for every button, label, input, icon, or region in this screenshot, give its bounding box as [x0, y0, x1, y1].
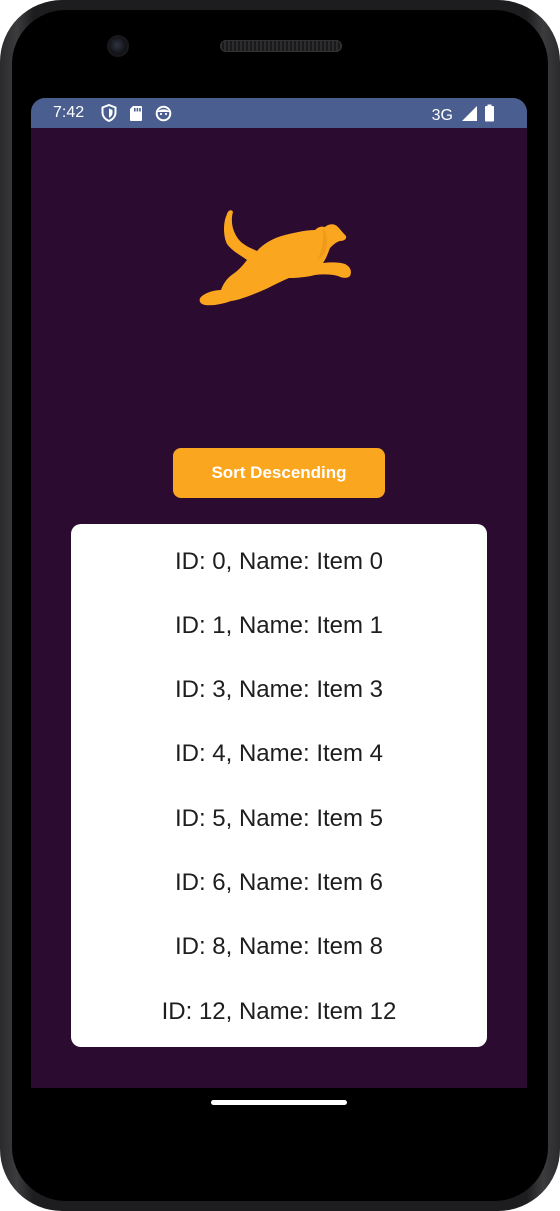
list-item[interactable]: ID: 3, Name: Item 3 [71, 675, 487, 705]
app-screen: 7:42 3G Sort Descending ID: 0, Name: Ite… [31, 98, 527, 1088]
list-item[interactable]: ID: 5, Name: Item 5 [71, 804, 487, 834]
shield-icon [101, 103, 117, 127]
list-item[interactable]: ID: 1, Name: Item 1 [71, 611, 487, 641]
battery-icon [484, 104, 495, 127]
running-dog-icon [197, 208, 353, 308]
status-system-icons: 3G [432, 104, 495, 127]
status-notification-icons [101, 103, 172, 127]
list-item[interactable]: ID: 12, Name: Item 12 [71, 997, 487, 1027]
status-time: 7:42 [53, 104, 85, 121]
list-item[interactable]: ID: 0, Name: Item 0 [71, 547, 487, 577]
gesture-nav-handle[interactable] [211, 1100, 347, 1105]
sd-card-icon [129, 105, 143, 127]
phone-frame: 7:42 3G Sort Descending ID: 0, Name: Ite… [0, 0, 560, 1211]
list-item[interactable]: ID: 6, Name: Item 6 [71, 868, 487, 898]
network-type: 3G [431, 106, 453, 124]
list-item[interactable]: ID: 4, Name: Item 4 [71, 739, 487, 769]
signal-icon [461, 105, 478, 127]
status-bar: 7:42 3G [31, 98, 527, 128]
front-camera [109, 37, 127, 55]
face-icon [155, 105, 172, 127]
sort-descending-button[interactable]: Sort Descending [173, 448, 385, 498]
list-item[interactable]: ID: 8, Name: Item 8 [71, 932, 487, 962]
earpiece-speaker [220, 40, 342, 52]
item-list: ID: 0, Name: Item 0 ID: 1, Name: Item 1 … [71, 524, 487, 1047]
